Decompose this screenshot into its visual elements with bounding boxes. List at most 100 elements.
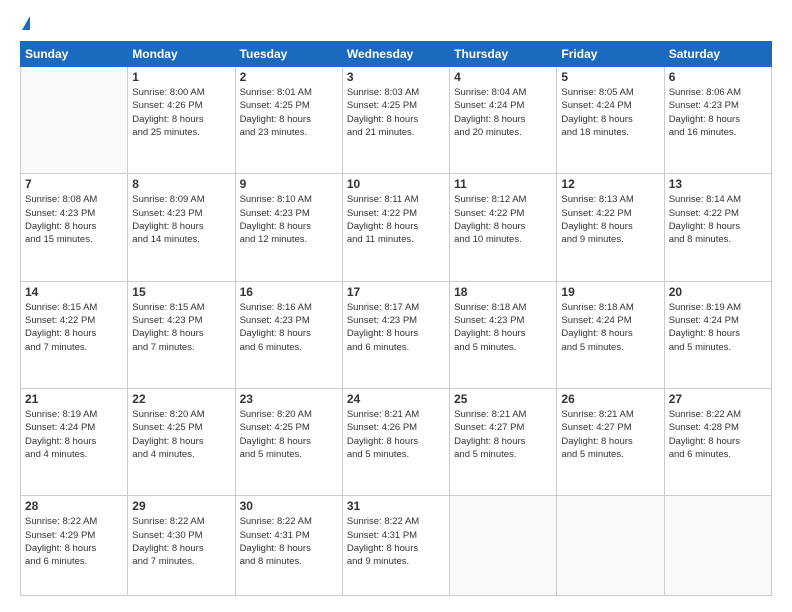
day-info: Sunrise: 8:16 AM Sunset: 4:23 PM Dayligh… (240, 301, 338, 354)
day-number: 9 (240, 177, 338, 191)
day-number: 5 (561, 70, 659, 84)
calendar-week-1: 7 Sunrise: 8:08 AM Sunset: 4:23 PM Daylig… (21, 174, 772, 281)
header (20, 16, 772, 31)
calendar-cell: 29 Sunrise: 8:22 AM Sunset: 4:30 PM Dayli… (128, 496, 235, 596)
calendar-header-saturday: Saturday (664, 42, 771, 67)
day-number: 23 (240, 392, 338, 406)
calendar-cell: 11 Sunrise: 8:12 AM Sunset: 4:22 PM Dayli… (450, 174, 557, 281)
calendar-cell: 12Sunrise: 8:13 AM Sunset: 4:22 PM Dayli… (557, 174, 664, 281)
day-info: Sunrise: 8:09 AM Sunset: 4:23 PM Dayligh… (132, 193, 230, 246)
logo-triangle-icon (22, 16, 30, 30)
day-number: 6 (669, 70, 767, 84)
day-info: Sunrise: 8:14 AM Sunset: 4:22 PM Dayligh… (669, 193, 767, 246)
calendar-cell: 6 Sunrise: 8:06 AM Sunset: 4:23 PM Daylig… (664, 67, 771, 174)
day-number: 29 (132, 499, 230, 513)
day-number: 1 (132, 70, 230, 84)
day-info: Sunrise: 8:12 AM Sunset: 4:22 PM Dayligh… (454, 193, 552, 246)
day-number: 11 (454, 177, 552, 191)
calendar-cell: 2 Sunrise: 8:01 AM Sunset: 4:25 PM Daylig… (235, 67, 342, 174)
day-info: Sunrise: 8:15 AM Sunset: 4:22 PM Dayligh… (25, 301, 123, 354)
calendar-cell: 19 Sunrise: 8:18 AM Sunset: 4:24 PM Dayli… (557, 281, 664, 388)
day-number: 24 (347, 392, 445, 406)
calendar-cell (21, 67, 128, 174)
logo (20, 16, 30, 31)
page: SundayMondayTuesdayWednesdayThursdayFrid… (0, 0, 792, 612)
calendar-cell: 30 Sunrise: 8:22 AM Sunset: 4:31 PM Dayli… (235, 496, 342, 596)
calendar-cell: 20Sunrise: 8:19 AM Sunset: 4:24 PM Dayli… (664, 281, 771, 388)
day-info: Sunrise: 8:22 AM Sunset: 4:30 PM Dayligh… (132, 515, 230, 568)
calendar-header-thursday: Thursday (450, 42, 557, 67)
calendar-cell: 10 Sunrise: 8:11 AM Sunset: 4:22 PM Dayli… (342, 174, 449, 281)
day-info: Sunrise: 8:04 AM Sunset: 4:24 PM Dayligh… (454, 86, 552, 139)
calendar-cell: 5 Sunrise: 8:05 AM Sunset: 4:24 PM Daylig… (557, 67, 664, 174)
calendar-cell: 26 Sunrise: 8:21 AM Sunset: 4:27 PM Dayli… (557, 388, 664, 495)
day-number: 20 (669, 285, 767, 299)
day-info: Sunrise: 8:20 AM Sunset: 4:25 PM Dayligh… (132, 408, 230, 461)
day-number: 25 (454, 392, 552, 406)
day-number: 21 (25, 392, 123, 406)
calendar-cell: 13 Sunrise: 8:14 AM Sunset: 4:22 PM Dayli… (664, 174, 771, 281)
day-info: Sunrise: 8:03 AM Sunset: 4:25 PM Dayligh… (347, 86, 445, 139)
day-number: 8 (132, 177, 230, 191)
day-number: 14 (25, 285, 123, 299)
day-info: Sunrise: 8:10 AM Sunset: 4:23 PM Dayligh… (240, 193, 338, 246)
calendar-cell: 24 Sunrise: 8:21 AM Sunset: 4:26 PM Dayli… (342, 388, 449, 495)
day-info: Sunrise: 8:20 AM Sunset: 4:25 PM Dayligh… (240, 408, 338, 461)
day-info: Sunrise: 8:22 AM Sunset: 4:29 PM Dayligh… (25, 515, 123, 568)
calendar-cell: 17Sunrise: 8:17 AM Sunset: 4:23 PM Dayli… (342, 281, 449, 388)
day-number: 30 (240, 499, 338, 513)
calendar-cell: 1 Sunrise: 8:00 AM Sunset: 4:26 PM Daylig… (128, 67, 235, 174)
calendar-cell: 9 Sunrise: 8:10 AM Sunset: 4:23 PM Daylig… (235, 174, 342, 281)
day-info: Sunrise: 8:05 AM Sunset: 4:24 PM Dayligh… (561, 86, 659, 139)
calendar-header-monday: Monday (128, 42, 235, 67)
day-info: Sunrise: 8:19 AM Sunset: 4:24 PM Dayligh… (25, 408, 123, 461)
day-info: Sunrise: 8:06 AM Sunset: 4:23 PM Dayligh… (669, 86, 767, 139)
calendar-cell: 7 Sunrise: 8:08 AM Sunset: 4:23 PM Daylig… (21, 174, 128, 281)
calendar-cell: 23 Sunrise: 8:20 AM Sunset: 4:25 PM Dayli… (235, 388, 342, 495)
calendar-cell: 22Sunrise: 8:20 AM Sunset: 4:25 PM Dayli… (128, 388, 235, 495)
calendar-cell: 15 Sunrise: 8:15 AM Sunset: 4:23 PM Dayli… (128, 281, 235, 388)
day-number: 3 (347, 70, 445, 84)
day-info: Sunrise: 8:22 AM Sunset: 4:31 PM Dayligh… (240, 515, 338, 568)
day-info: Sunrise: 8:22 AM Sunset: 4:28 PM Dayligh… (669, 408, 767, 461)
calendar-cell: 21 Sunrise: 8:19 AM Sunset: 4:24 PM Dayli… (21, 388, 128, 495)
calendar-week-0: 1 Sunrise: 8:00 AM Sunset: 4:26 PM Daylig… (21, 67, 772, 174)
day-info: Sunrise: 8:08 AM Sunset: 4:23 PM Dayligh… (25, 193, 123, 246)
day-number: 15 (132, 285, 230, 299)
day-number: 17 (347, 285, 445, 299)
day-info: Sunrise: 8:15 AM Sunset: 4:23 PM Dayligh… (132, 301, 230, 354)
calendar-cell: 18 Sunrise: 8:18 AM Sunset: 4:23 PM Dayli… (450, 281, 557, 388)
day-info: Sunrise: 8:21 AM Sunset: 4:27 PM Dayligh… (561, 408, 659, 461)
day-number: 26 (561, 392, 659, 406)
day-number: 18 (454, 285, 552, 299)
calendar-cell: 27 Sunrise: 8:22 AM Sunset: 4:28 PM Dayli… (664, 388, 771, 495)
day-info: Sunrise: 8:21 AM Sunset: 4:27 PM Dayligh… (454, 408, 552, 461)
calendar-cell: 31 Sunrise: 8:22 AM Sunset: 4:31 PM Dayli… (342, 496, 449, 596)
day-info: Sunrise: 8:01 AM Sunset: 4:25 PM Dayligh… (240, 86, 338, 139)
day-number: 13 (669, 177, 767, 191)
calendar-cell: 8 Sunrise: 8:09 AM Sunset: 4:23 PM Daylig… (128, 174, 235, 281)
calendar-header-sunday: Sunday (21, 42, 128, 67)
day-number: 7 (25, 177, 123, 191)
calendar-cell (664, 496, 771, 596)
calendar-week-4: 28 Sunrise: 8:22 AM Sunset: 4:29 PM Dayli… (21, 496, 772, 596)
day-info: Sunrise: 8:00 AM Sunset: 4:26 PM Dayligh… (132, 86, 230, 139)
day-info: Sunrise: 8:18 AM Sunset: 4:23 PM Dayligh… (454, 301, 552, 354)
day-number: 28 (25, 499, 123, 513)
day-info: Sunrise: 8:18 AM Sunset: 4:24 PM Dayligh… (561, 301, 659, 354)
day-info: Sunrise: 8:11 AM Sunset: 4:22 PM Dayligh… (347, 193, 445, 246)
calendar-cell: 4Sunrise: 8:04 AM Sunset: 4:24 PM Daylig… (450, 67, 557, 174)
day-number: 16 (240, 285, 338, 299)
day-number: 27 (669, 392, 767, 406)
day-number: 10 (347, 177, 445, 191)
calendar-cell: 25 Sunrise: 8:21 AM Sunset: 4:27 PM Dayli… (450, 388, 557, 495)
day-number: 31 (347, 499, 445, 513)
day-number: 19 (561, 285, 659, 299)
calendar-cell: 28 Sunrise: 8:22 AM Sunset: 4:29 PM Dayli… (21, 496, 128, 596)
day-number: 2 (240, 70, 338, 84)
day-info: Sunrise: 8:22 AM Sunset: 4:31 PM Dayligh… (347, 515, 445, 568)
calendar-cell (450, 496, 557, 596)
calendar-table: SundayMondayTuesdayWednesdayThursdayFrid… (20, 41, 772, 596)
calendar-header-wednesday: Wednesday (342, 42, 449, 67)
day-info: Sunrise: 8:21 AM Sunset: 4:26 PM Dayligh… (347, 408, 445, 461)
